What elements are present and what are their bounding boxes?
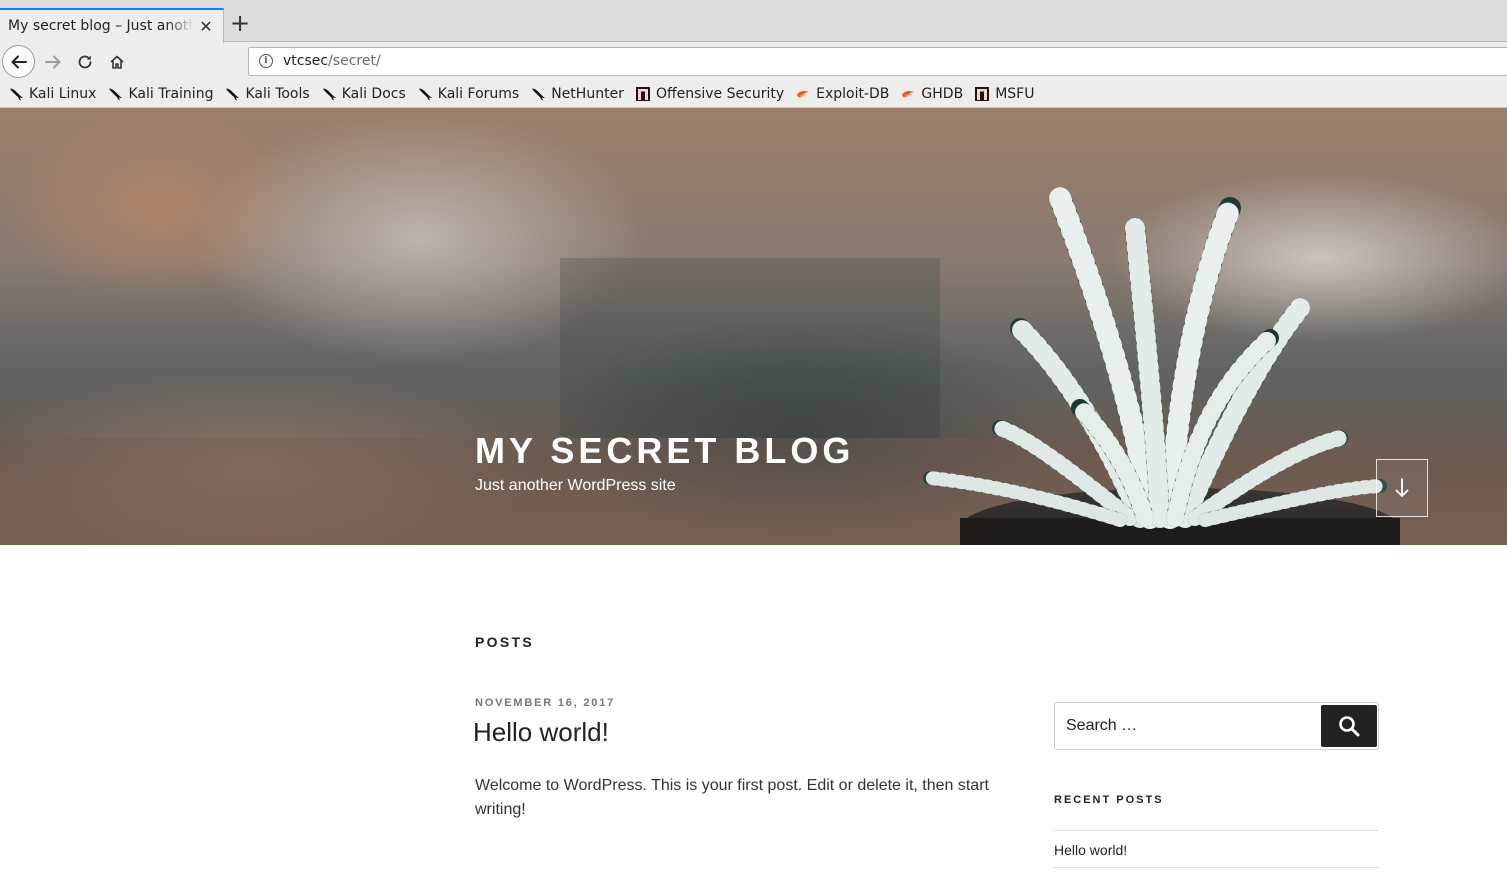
site-header-image: MY SECRET BLOG Just another WordPress si… <box>0 108 1507 545</box>
kali-dragon-icon <box>107 86 128 102</box>
bookmark-label: Offensive Security <box>655 86 785 102</box>
bookmark-item[interactable]: Kali Docs <box>321 86 406 102</box>
url-text[interactable]: vtcsec/secret/ <box>283 53 381 69</box>
bookmark-label: Exploit-DB <box>816 86 890 102</box>
bookmark-item[interactable]: Exploit-DB <box>795 86 889 102</box>
home-button[interactable] <box>100 45 134 79</box>
recent-posts-heading: RECENT POSTS <box>1054 794 1164 806</box>
navigation-toolbar: i vtcsec/secret/ <box>0 43 1507 81</box>
bookmarks-toolbar: Kali Linux Kali Training Kali Tools Kali Do… <box>8 83 1045 105</box>
posts-heading: POSTS <box>475 634 534 650</box>
scroll-down-button[interactable] <box>1376 459 1428 517</box>
post-excerpt: Welcome to WordPress. This is your first… <box>475 777 989 818</box>
bookmark-item[interactable]: NetHunter <box>530 86 624 102</box>
offsec-icon <box>974 86 995 102</box>
reload-icon <box>78 55 92 69</box>
succulent-plant-illustration <box>0 187 1507 545</box>
forward-button[interactable] <box>36 45 70 79</box>
url-path: /secret/ <box>328 53 381 69</box>
url-host: vtcsec <box>283 53 329 69</box>
bookmark-item[interactable]: MSFU <box>974 86 1034 102</box>
bookmark-item[interactable]: GHDB <box>900 86 963 102</box>
kali-dragon-icon <box>417 86 438 102</box>
exploitdb-icon <box>795 86 816 102</box>
bookmark-item[interactable]: Kali Training <box>107 86 213 102</box>
site-title[interactable]: MY SECRET BLOG <box>475 430 854 472</box>
search-button[interactable] <box>1321 705 1377 747</box>
search-icon <box>1339 716 1360 737</box>
bookmark-item[interactable]: Offensive Security <box>635 86 784 102</box>
address-bar[interactable]: i vtcsec/secret/ <box>248 47 1507 76</box>
new-tab-button[interactable]: + <box>230 11 250 36</box>
tab-active[interactable]: My secret blog – Just another WordPress … <box>0 8 224 43</box>
offsec-icon <box>635 86 656 102</box>
kali-dragon-icon <box>224 86 245 102</box>
bookmark-label: GHDB <box>921 86 964 102</box>
search-form <box>1054 702 1379 750</box>
back-button[interactable] <box>2 45 35 78</box>
exploitdb-icon <box>900 86 921 102</box>
site-tagline: Just another WordPress site <box>475 477 676 494</box>
bookmark-item[interactable]: Kali Linux <box>8 86 96 102</box>
bookmark-label: NetHunter <box>551 86 624 102</box>
reload-button[interactable] <box>68 45 102 79</box>
browser-chrome: My secret blog – Just another WordPress … <box>0 0 1507 108</box>
bookmark-item[interactable]: Kali Tools <box>224 86 310 102</box>
post-title[interactable]: Hello world! <box>473 717 609 748</box>
arrow-right-icon <box>45 55 61 69</box>
home-icon <box>110 55 124 69</box>
bookmark-item[interactable]: Kali Forums <box>417 86 519 102</box>
tab-strip: My secret blog – Just another WordPress … <box>0 0 1507 43</box>
kali-dragon-icon <box>530 86 551 102</box>
tab-title: My secret blog – Just another WordPress … <box>8 18 194 34</box>
recent-posts-list: Hello world! <box>1054 830 1379 868</box>
recent-post-link[interactable]: Hello world! <box>1054 842 1127 858</box>
post-date[interactable]: NOVEMBER 16, 2017 <box>475 697 615 709</box>
close-tab-icon[interactable]: ✕ <box>198 18 214 36</box>
bookmark-label: Kali Forums <box>437 86 520 102</box>
kali-dragon-icon <box>8 86 29 102</box>
kali-dragon-icon <box>321 86 342 102</box>
bookmark-label: Kali Docs <box>341 86 406 102</box>
bookmark-label: MSFU <box>995 86 1035 102</box>
bookmark-label: Kali Linux <box>29 86 97 102</box>
search-input[interactable] <box>1055 703 1319 749</box>
arrow-down-icon <box>1395 478 1409 497</box>
arrow-left-icon <box>11 55 27 68</box>
info-icon[interactable]: i <box>259 54 273 68</box>
bookmark-label: Kali Training <box>128 86 214 102</box>
bookmark-label: Kali Tools <box>245 86 310 102</box>
